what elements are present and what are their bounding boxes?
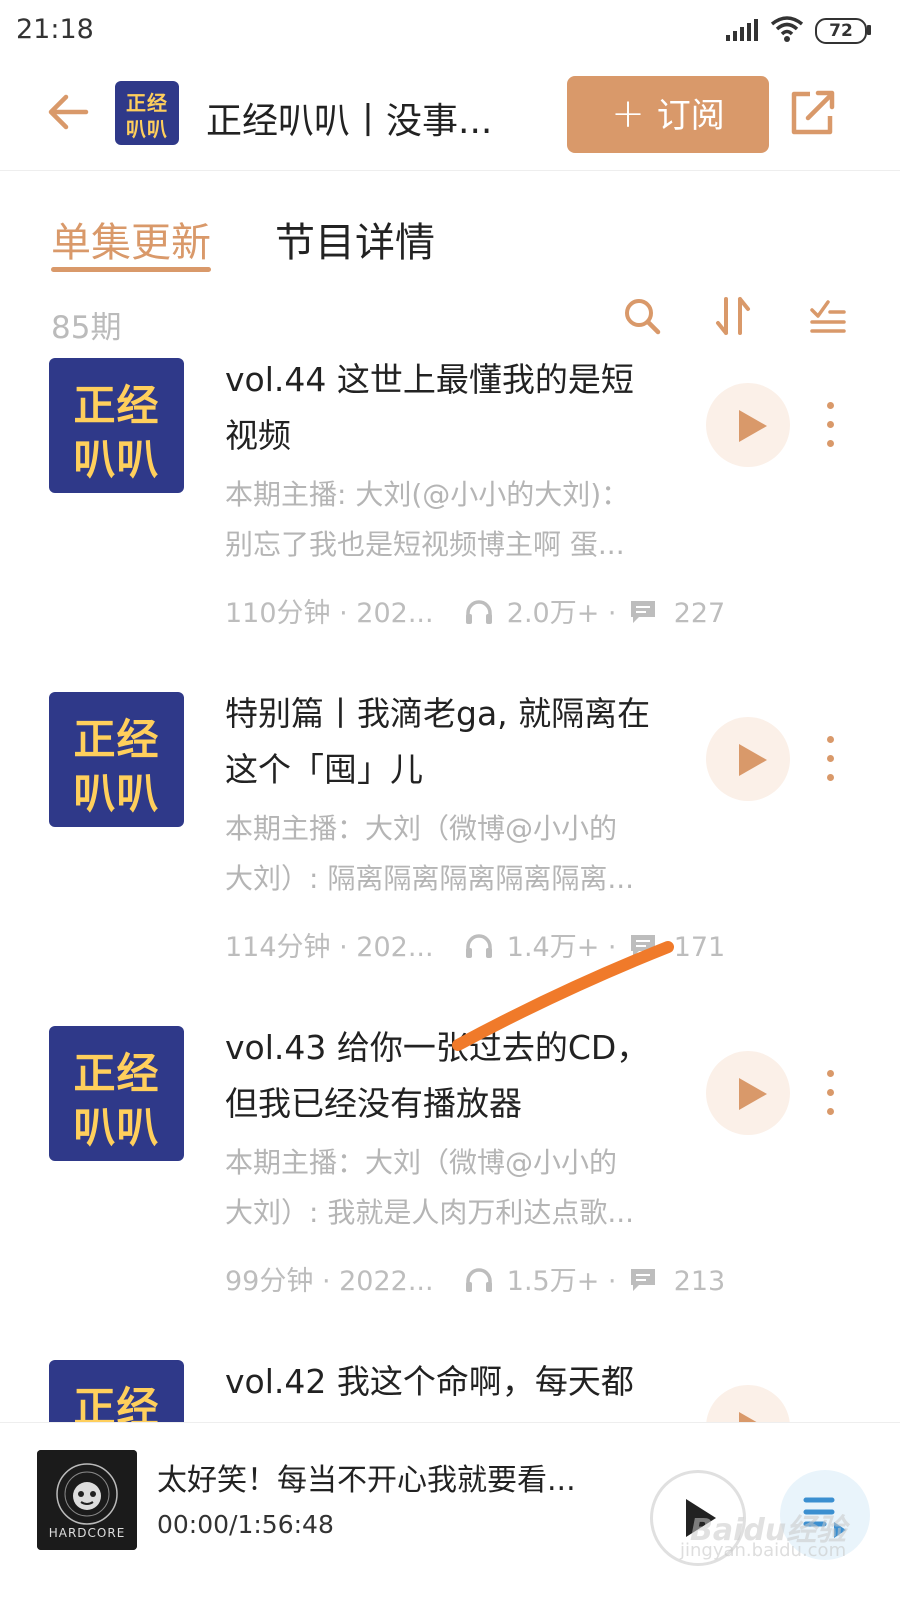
episode-cover[interactable]: 正经 叭叭	[49, 358, 184, 493]
episode-duration: 99分钟 · 2022...	[225, 1266, 434, 1297]
episode-title[interactable]: vol.44 这世上最懂我的是短 视频	[225, 352, 695, 464]
more-vert-icon[interactable]	[822, 736, 838, 782]
episode-comments: 227	[673, 598, 726, 629]
episode-duration: 110分钟 · 202...	[225, 598, 434, 629]
episode-plays: 1.5万+ ·	[506, 1266, 617, 1297]
tab-active-underline	[51, 267, 211, 272]
podcast-logo: 正经 叭叭	[115, 81, 179, 145]
comment-icon	[631, 1269, 656, 1291]
back-arrow-icon[interactable]	[46, 90, 90, 134]
episode-title[interactable]: 特别篇丨我滴老ga, 就隔离在 这个「囤」儿	[225, 686, 695, 798]
subscribe-button[interactable]: + 订阅	[567, 76, 769, 153]
episode-description: 本期主播：大刘（微博@小小的 大刘）: 隔离隔离隔离隔离隔离...	[225, 812, 635, 895]
episode-count: 85期	[51, 310, 122, 346]
subscribe-label: 订阅	[656, 96, 725, 136]
episode-title[interactable]: vol.42 我这个命啊，每天都	[225, 1354, 695, 1410]
episode-cover[interactable]: 正经 叭叭	[49, 1026, 184, 1161]
watermark-url: jingyan.baidu.com	[680, 1540, 847, 1561]
episode-description: 本期主播: 大刘(@小小的大刘)： 别忘了我也是短视频博主啊 蛋...	[225, 478, 630, 561]
play-button[interactable]	[706, 1051, 790, 1135]
play-button[interactable]	[706, 383, 790, 467]
episode-description: 本期主播：大刘（微博@小小的 大刘）: 我就是人肉万利达点歌...	[225, 1146, 635, 1229]
mini-player-title: 太好笑！每当不开心我就要看...	[157, 1463, 576, 1498]
annotation-stroke	[452, 941, 674, 1051]
play-button[interactable]	[706, 717, 790, 801]
battery-tip	[867, 25, 871, 35]
wifi-icon	[770, 16, 804, 42]
episode-plays: 2.0万+ ·	[506, 598, 617, 629]
podcast-title: 正经叭叭丨没事...	[206, 101, 493, 142]
search-icon[interactable]	[622, 296, 662, 336]
battery-indicator: 72	[815, 18, 867, 44]
mini-player-artwork[interactable]: HARDCORE	[37, 1450, 137, 1550]
share-icon[interactable]	[790, 88, 836, 136]
episode-cover[interactable]: 正经 叭叭	[49, 692, 184, 827]
headphones-icon	[466, 1268, 493, 1292]
more-vert-icon[interactable]	[822, 402, 838, 448]
tab-details[interactable]: 节目详情	[275, 210, 435, 268]
plus-icon: +	[611, 91, 645, 137]
headphones-icon	[466, 600, 493, 624]
signal-icon	[726, 19, 758, 41]
filter-list-icon[interactable]	[808, 296, 848, 336]
episode-meta: 110分钟 · 202... 2.0万+ · 227	[225, 591, 725, 630]
artwork-label: HARDCORE	[48, 1526, 126, 1540]
play-icon	[739, 1078, 767, 1110]
episode-meta: 99分钟 · 2022... 1.5万+ · 213	[225, 1259, 725, 1298]
status-bar: 21:18 72	[0, 0, 900, 60]
tab-episodes[interactable]: 单集更新	[51, 210, 211, 268]
comment-icon	[631, 601, 656, 623]
status-time: 21:18	[16, 14, 94, 45]
mini-player-time: 00:00/1:56:48	[157, 1510, 334, 1539]
episode-comments: 213	[673, 1266, 726, 1297]
play-icon	[739, 410, 767, 442]
episode-duration: 114分钟 · 202...	[225, 932, 434, 963]
play-icon	[739, 744, 767, 776]
more-vert-icon[interactable]	[822, 1070, 838, 1116]
sort-icon[interactable]	[714, 295, 754, 337]
